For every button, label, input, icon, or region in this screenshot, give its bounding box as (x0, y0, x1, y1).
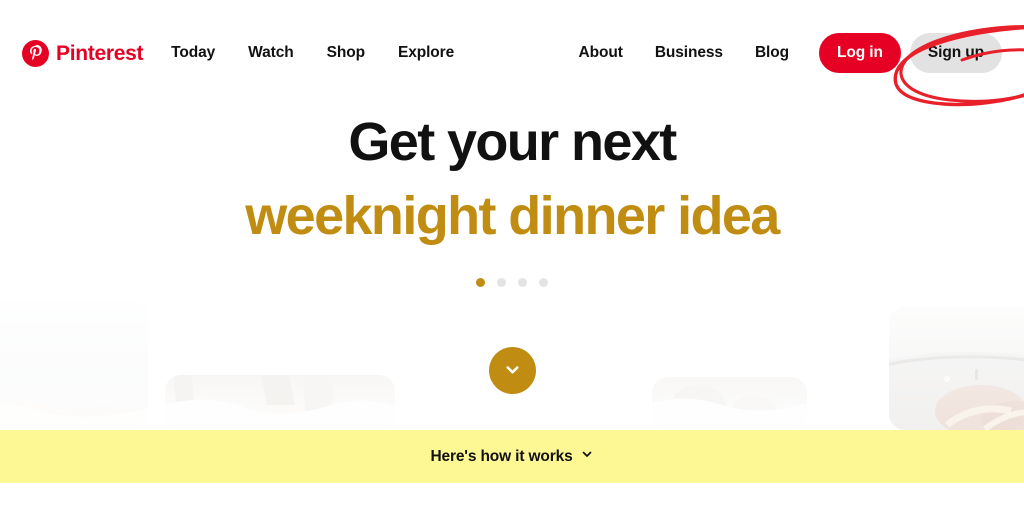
carousel-dot-2[interactable] (497, 278, 506, 287)
login-button[interactable]: Log in (818, 33, 901, 73)
page-bottom-strip (0, 483, 1024, 512)
pin-card-2[interactable] (165, 375, 395, 430)
chevron-down-icon (503, 360, 522, 382)
how-it-works-bar[interactable]: Here's how it works (0, 430, 1024, 483)
auth-buttons: Log in Sign up (818, 33, 1002, 73)
hero-headline: Get your next weeknight dinner idea (0, 108, 1024, 250)
scroll-down-button[interactable] (489, 347, 536, 394)
carousel-dot-4[interactable] (539, 278, 548, 287)
pin-card-3[interactable] (652, 377, 807, 430)
nav-item-today[interactable]: Today (171, 44, 215, 62)
site-header: Pinterest Today Watch Shop Explore About… (0, 0, 1024, 106)
carousel-dots (0, 278, 1024, 287)
primary-nav: Today Watch Shop Explore (171, 44, 454, 62)
carousel-dot-3[interactable] (518, 278, 527, 287)
nav-item-business[interactable]: Business (655, 44, 723, 62)
nav-item-watch[interactable]: Watch (248, 44, 294, 62)
nav-item-blog[interactable]: Blog (755, 44, 789, 62)
pinterest-wordmark: Pinterest (56, 41, 144, 65)
pin-card-1[interactable] (0, 300, 148, 430)
signup-button[interactable]: Sign up (909, 33, 1002, 73)
pinterest-p-icon (22, 39, 49, 67)
nav-item-explore[interactable]: Explore (398, 44, 454, 62)
headline-line-2: weeknight dinner idea (245, 186, 780, 246)
carousel-dot-1[interactable] (476, 278, 485, 287)
how-it-works-label: Here's how it works (430, 447, 573, 465)
pin-card-4[interactable] (889, 307, 1024, 430)
pinterest-landing-page: Get your next weeknight dinner idea Pint… (0, 0, 1024, 512)
chevron-down-icon (580, 447, 594, 466)
headline-line-1: Get your next (348, 112, 677, 172)
nav-item-shop[interactable]: Shop (327, 44, 365, 62)
secondary-nav: About Business Blog (579, 44, 790, 62)
nav-item-about[interactable]: About (579, 44, 623, 62)
pinterest-logo[interactable]: Pinterest (22, 39, 144, 67)
